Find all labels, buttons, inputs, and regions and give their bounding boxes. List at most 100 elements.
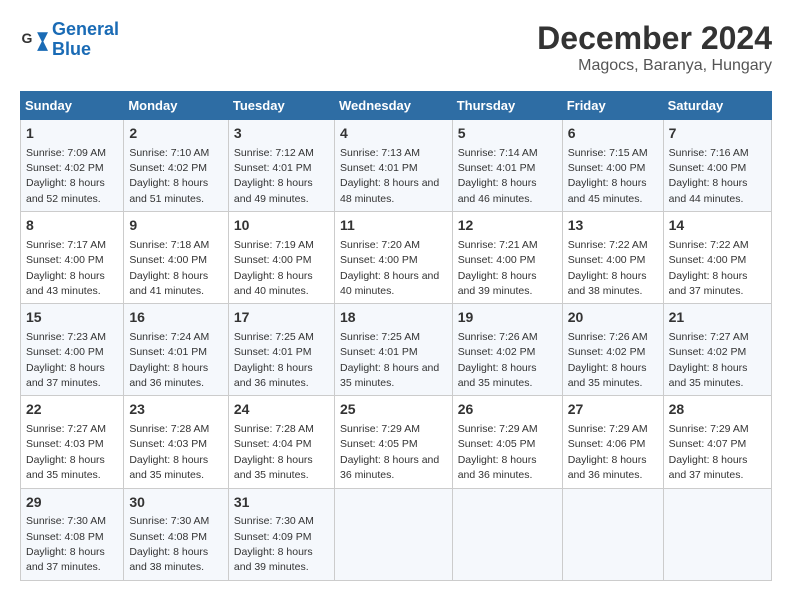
- calendar-cell: 23 Sunrise: 7:28 AMSunset: 4:03 PMDayligh…: [124, 396, 229, 488]
- calendar-cell: 11 Sunrise: 7:20 AMSunset: 4:00 PMDayligh…: [334, 212, 452, 304]
- day-number: 22: [26, 400, 118, 420]
- day-number: 1: [26, 124, 118, 144]
- calendar-cell: 27 Sunrise: 7:29 AMSunset: 4:06 PMDayligh…: [562, 396, 663, 488]
- calendar-cell: 10Sunrise: 7:19 AMSunset: 4:00 PMDayligh…: [228, 212, 334, 304]
- calendar-cell: 8 Sunrise: 7:17 AMSunset: 4:00 PMDaylight…: [21, 212, 124, 304]
- day-number: 28: [669, 400, 766, 420]
- day-number: 27: [568, 400, 658, 420]
- cell-info: Sunrise: 7:29 AMSunset: 4:07 PMDaylight:…: [669, 423, 749, 481]
- calendar-cell: 6Sunrise: 7:15 AMSunset: 4:00 PMDaylight…: [562, 120, 663, 212]
- column-header-thursday: Thursday: [452, 92, 562, 120]
- day-number: 4: [340, 124, 447, 144]
- day-number: 23: [129, 400, 223, 420]
- cell-info: Sunrise: 7:30 AMSunset: 4:08 PMDaylight:…: [26, 515, 106, 573]
- calendar-cell: 7Sunrise: 7:16 AMSunset: 4:00 PMDaylight…: [663, 120, 771, 212]
- calendar-cell: 28 Sunrise: 7:29 AMSunset: 4:07 PMDayligh…: [663, 396, 771, 488]
- day-number: 29: [26, 493, 118, 513]
- calendar-cell: 15Sunrise: 7:23 AMSunset: 4:00 PMDayligh…: [21, 304, 124, 396]
- cell-info: Sunrise: 7:29 AMSunset: 4:06 PMDaylight:…: [568, 423, 648, 481]
- cell-info: Sunrise: 7:28 AMSunset: 4:04 PMDaylight:…: [234, 423, 314, 481]
- page-subtitle: Magocs, Baranya, Hungary: [537, 57, 772, 75]
- cell-info: Sunrise: 7:19 AMSunset: 4:00 PMDaylight:…: [234, 239, 314, 297]
- cell-info: Sunrise: 7:12 AMSunset: 4:01 PMDaylight:…: [234, 147, 314, 205]
- cell-info: Sunrise: 7:30 AMSunset: 4:08 PMDaylight:…: [129, 515, 209, 573]
- day-number: 25: [340, 400, 447, 420]
- column-header-friday: Friday: [562, 92, 663, 120]
- calendar-week-row: 8 Sunrise: 7:17 AMSunset: 4:00 PMDaylight…: [21, 212, 772, 304]
- calendar-cell: 16 Sunrise: 7:24 AMSunset: 4:01 PMDayligh…: [124, 304, 229, 396]
- calendar-cell: [334, 488, 452, 580]
- page-header: G General Blue December 2024 Magocs, Bar…: [20, 20, 772, 75]
- calendar-cell: 29Sunrise: 7:30 AMSunset: 4:08 PMDayligh…: [21, 488, 124, 580]
- calendar-cell: 17Sunrise: 7:25 AMSunset: 4:01 PMDayligh…: [228, 304, 334, 396]
- calendar-cell: 19Sunrise: 7:26 AMSunset: 4:02 PMDayligh…: [452, 304, 562, 396]
- calendar-cell: 31Sunrise: 7:30 AMSunset: 4:09 PMDayligh…: [228, 488, 334, 580]
- svg-text:G: G: [22, 30, 33, 46]
- cell-info: Sunrise: 7:14 AMSunset: 4:01 PMDaylight:…: [458, 147, 538, 205]
- day-number: 2: [129, 124, 223, 144]
- day-number: 13: [568, 216, 658, 236]
- calendar-cell: 2Sunrise: 7:10 AMSunset: 4:02 PMDaylight…: [124, 120, 229, 212]
- day-number: 30: [129, 493, 223, 513]
- calendar-cell: 26Sunrise: 7:29 AMSunset: 4:05 PMDayligh…: [452, 396, 562, 488]
- cell-info: Sunrise: 7:17 AMSunset: 4:00 PMDaylight:…: [26, 239, 106, 297]
- cell-info: Sunrise: 7:13 AMSunset: 4:01 PMDaylight:…: [340, 147, 439, 205]
- cell-info: Sunrise: 7:26 AMSunset: 4:02 PMDaylight:…: [568, 331, 648, 389]
- cell-info: Sunrise: 7:16 AMSunset: 4:00 PMDaylight:…: [669, 147, 749, 205]
- column-header-tuesday: Tuesday: [228, 92, 334, 120]
- cell-info: Sunrise: 7:21 AMSunset: 4:00 PMDaylight:…: [458, 239, 538, 297]
- cell-info: Sunrise: 7:27 AMSunset: 4:02 PMDaylight:…: [669, 331, 749, 389]
- cell-info: Sunrise: 7:09 AMSunset: 4:02 PMDaylight:…: [26, 147, 106, 205]
- calendar-cell: 20 Sunrise: 7:26 AMSunset: 4:02 PMDayligh…: [562, 304, 663, 396]
- day-number: 11: [340, 216, 447, 236]
- cell-info: Sunrise: 7:22 AMSunset: 4:00 PMDaylight:…: [568, 239, 648, 297]
- calendar-cell: 18 Sunrise: 7:25 AMSunset: 4:01 PMDayligh…: [334, 304, 452, 396]
- cell-info: Sunrise: 7:25 AMSunset: 4:01 PMDaylight:…: [340, 331, 439, 389]
- day-number: 18: [340, 308, 447, 328]
- day-number: 8: [26, 216, 118, 236]
- day-number: 17: [234, 308, 329, 328]
- page-title: December 2024: [537, 20, 772, 57]
- day-number: 9: [129, 216, 223, 236]
- calendar-cell: 24 Sunrise: 7:28 AMSunset: 4:04 PMDayligh…: [228, 396, 334, 488]
- day-number: 24: [234, 400, 329, 420]
- column-header-saturday: Saturday: [663, 92, 771, 120]
- cell-info: Sunrise: 7:23 AMSunset: 4:00 PMDaylight:…: [26, 331, 106, 389]
- day-number: 31: [234, 493, 329, 513]
- cell-info: Sunrise: 7:30 AMSunset: 4:09 PMDaylight:…: [234, 515, 314, 573]
- calendar-week-row: 22Sunrise: 7:27 AMSunset: 4:03 PMDayligh…: [21, 396, 772, 488]
- day-number: 19: [458, 308, 557, 328]
- calendar-cell: 14Sunrise: 7:22 AMSunset: 4:00 PMDayligh…: [663, 212, 771, 304]
- column-header-monday: Monday: [124, 92, 229, 120]
- calendar-cell: [663, 488, 771, 580]
- calendar-cell: 4 Sunrise: 7:13 AMSunset: 4:01 PMDaylight…: [334, 120, 452, 212]
- day-number: 6: [568, 124, 658, 144]
- day-number: 5: [458, 124, 557, 144]
- calendar-cell: [452, 488, 562, 580]
- cell-info: Sunrise: 7:22 AMSunset: 4:00 PMDaylight:…: [669, 239, 749, 297]
- day-number: 26: [458, 400, 557, 420]
- calendar-cell: [562, 488, 663, 580]
- calendar-cell: 30Sunrise: 7:30 AMSunset: 4:08 PMDayligh…: [124, 488, 229, 580]
- calendar-cell: 3 Sunrise: 7:12 AMSunset: 4:01 PMDaylight…: [228, 120, 334, 212]
- day-number: 20: [568, 308, 658, 328]
- calendar-cell: 1 Sunrise: 7:09 AMSunset: 4:02 PMDaylight…: [21, 120, 124, 212]
- calendar-week-row: 1 Sunrise: 7:09 AMSunset: 4:02 PMDaylight…: [21, 120, 772, 212]
- cell-info: Sunrise: 7:28 AMSunset: 4:03 PMDaylight:…: [129, 423, 209, 481]
- cell-info: Sunrise: 7:18 AMSunset: 4:00 PMDaylight:…: [129, 239, 209, 297]
- calendar-week-row: 15Sunrise: 7:23 AMSunset: 4:00 PMDayligh…: [21, 304, 772, 396]
- logo-text: General Blue: [52, 20, 119, 60]
- calendar-cell: 9 Sunrise: 7:18 AMSunset: 4:00 PMDaylight…: [124, 212, 229, 304]
- logo-icon: G: [20, 26, 48, 54]
- day-number: 21: [669, 308, 766, 328]
- cell-info: Sunrise: 7:29 AMSunset: 4:05 PMDaylight:…: [340, 423, 439, 481]
- day-number: 16: [129, 308, 223, 328]
- cell-info: Sunrise: 7:20 AMSunset: 4:00 PMDaylight:…: [340, 239, 439, 297]
- day-number: 12: [458, 216, 557, 236]
- column-header-wednesday: Wednesday: [334, 92, 452, 120]
- calendar-week-row: 29Sunrise: 7:30 AMSunset: 4:08 PMDayligh…: [21, 488, 772, 580]
- title-area: December 2024 Magocs, Baranya, Hungary: [537, 20, 772, 75]
- calendar-table: SundayMondayTuesdayWednesdayThursdayFrid…: [20, 91, 772, 581]
- day-number: 3: [234, 124, 329, 144]
- cell-info: Sunrise: 7:24 AMSunset: 4:01 PMDaylight:…: [129, 331, 209, 389]
